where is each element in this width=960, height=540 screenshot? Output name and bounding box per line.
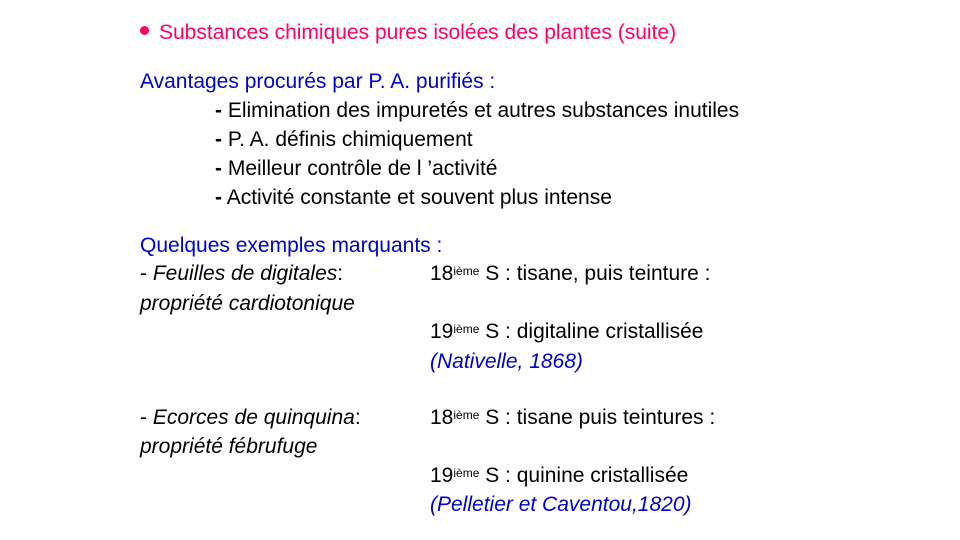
example-digitale-property: propriété cardiotonique [140,292,355,315]
century-suffix: ième [453,408,480,422]
bullet-icon [140,25,149,35]
advantage-text: Elimination des impuretés et autres subs… [227,99,740,122]
digitale-reference: (Nativelle, 1868) [430,350,583,373]
slide-title: Substances chimiques pures isolées des p… [140,21,676,45]
colon: : [354,406,361,429]
dash: - [215,128,222,151]
example-quinquina-name: - Ecorces de quinquina: [140,406,361,430]
dash: - [215,157,222,180]
century-number: 19 [430,320,454,343]
prefix: - [140,262,153,285]
advantage-item: - Elimination des impuretés et autres su… [215,99,739,123]
century-suffix: ième [453,466,480,480]
century-text: S : quinine cristallisée [479,464,689,487]
advantage-item: - Meilleur contrôle de l ’activité [215,157,497,181]
quinquina-reference: (Pelletier et Caventou,1820) [430,493,692,516]
example-digitale-name: - Feuilles de digitales: [140,262,343,286]
advantage-item: - Activité constante et souvent plus int… [215,186,612,210]
dash: - [215,186,222,209]
advantage-text: Meilleur contrôle de l ’activité [227,157,498,180]
century-text: S : digitaline cristallisée [479,320,704,343]
colon: : [337,262,344,285]
century-number: 18 [430,262,454,285]
prefix: - [140,406,153,429]
advantages-heading: Avantages procurés par P. A. purifiés : [140,70,496,93]
advantage-text: Activité constante et souvent plus inten… [226,186,612,209]
plant-name: Feuilles de digitales [152,262,338,285]
advantage-text: P. A. définis chimiquement [227,128,473,151]
dash: - [215,99,222,122]
century-suffix: ième [453,322,480,336]
quinquina-19th-century: 19ième S : quinine cristallisée [430,464,688,488]
example-quinquina-property: propriété fébrufuge [140,435,318,458]
plant-name: Ecorces de quinquina [152,406,355,429]
slide: Substances chimiques pures isolées des p… [0,0,960,540]
quinquina-18th-century: 18ième S : tisane puis teintures : [430,406,715,430]
century-number: 19 [430,464,454,487]
title-text: Substances chimiques pures isolées des p… [159,21,677,44]
examples-heading: Quelques exemples marquants : [140,234,443,257]
century-suffix: ième [453,264,480,278]
century-text: S : tisane puis teintures : [479,406,716,429]
century-number: 18 [430,406,454,429]
digitale-19th-century: 19ième S : digitaline cristallisée [430,320,703,344]
digitale-18th-century: 18ième S : tisane, puis teinture : [430,262,711,286]
century-text: S : tisane, puis teinture : [479,262,711,285]
advantage-item: - P. A. définis chimiquement [215,128,473,152]
